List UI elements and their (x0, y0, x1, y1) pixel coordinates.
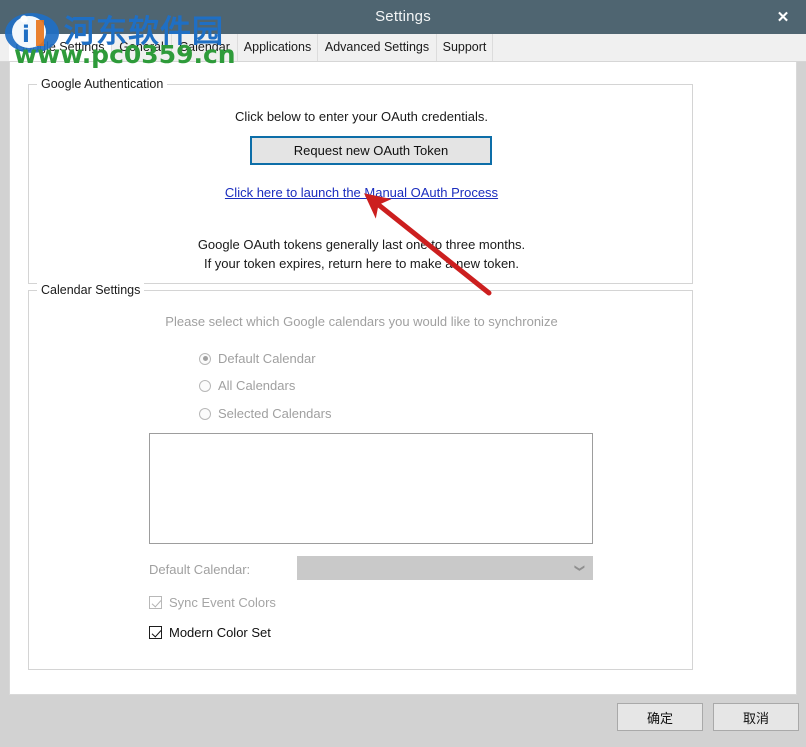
window-title: Settings (0, 0, 806, 34)
tab-advanced-settings[interactable]: Advanced Settings (318, 34, 437, 61)
tab-page-google-settings: Google Authentication Click below to ent… (9, 62, 797, 695)
radio-button-icon (199, 408, 211, 420)
tab-applications[interactable]: Applications (238, 34, 318, 61)
checkbox-sync-event-colors-label: Sync Event Colors (169, 595, 276, 610)
manual-oauth-link-container: Click here to launch the Manual OAuth Pr… (29, 184, 694, 202)
settings-dialog-window: Settings ✕ Google Settings General Calen… (0, 0, 806, 747)
radio-button-icon (199, 380, 211, 392)
tab-bar: Google Settings General Calendar Applica… (0, 34, 806, 62)
calendar-settings-group-title: Calendar Settings (37, 283, 144, 297)
checkbox-modern-color-set-label: Modern Color Set (169, 625, 271, 640)
calendar-list-box[interactable] (149, 433, 593, 544)
oauth-note-line-2: If your token expires, return here to ma… (29, 254, 694, 273)
cancel-button[interactable]: 取消 (713, 703, 799, 731)
google-authentication-group-title: Google Authentication (37, 77, 167, 91)
default-calendar-label: Default Calendar: (149, 562, 250, 577)
dialog-footer: 确定 取消 (9, 695, 797, 739)
radio-all-calendars-label: All Calendars (218, 378, 295, 393)
radio-selected-calendars[interactable]: Selected Calendars (199, 406, 331, 421)
checkbox-icon (149, 626, 162, 639)
checkbox-sync-event-colors[interactable]: Sync Event Colors (149, 595, 276, 610)
tab-support[interactable]: Support (437, 34, 493, 61)
radio-all-calendars[interactable]: All Calendars (199, 378, 295, 393)
oauth-token-note: Google OAuth tokens generally last one t… (29, 235, 694, 273)
tab-bar-filler (493, 34, 806, 61)
oauth-note-line-1: Google OAuth tokens generally last one t… (29, 235, 694, 254)
google-authentication-group: Google Authentication Click below to ent… (28, 84, 693, 284)
radio-button-icon (199, 353, 211, 365)
tab-calendar[interactable]: Calendar (172, 34, 238, 61)
oauth-instruction-text: Click below to enter your OAuth credenti… (29, 109, 694, 124)
radio-selected-calendars-label: Selected Calendars (218, 406, 331, 421)
tab-google-settings[interactable]: Google Settings (9, 34, 112, 61)
manual-oauth-process-link[interactable]: Click here to launch the Manual OAuth Pr… (225, 185, 498, 200)
default-calendar-select[interactable]: ❮ (297, 556, 593, 580)
chevron-down-icon: ❮ (575, 564, 585, 572)
calendar-settings-group: Calendar Settings Please select which Go… (28, 290, 693, 670)
calendar-selection-instruction: Please select which Google calendars you… (29, 314, 694, 329)
request-new-oauth-token-button[interactable]: Request new OAuth Token (250, 136, 492, 165)
ok-button[interactable]: 确定 (617, 703, 703, 731)
radio-default-calendar[interactable]: Default Calendar (199, 351, 316, 366)
checkbox-icon (149, 596, 162, 609)
title-bar: Settings ✕ (0, 0, 806, 34)
tab-general[interactable]: General (112, 34, 172, 61)
close-icon[interactable]: ✕ (760, 0, 806, 34)
radio-default-calendar-label: Default Calendar (218, 351, 316, 366)
checkbox-modern-color-set[interactable]: Modern Color Set (149, 625, 271, 640)
